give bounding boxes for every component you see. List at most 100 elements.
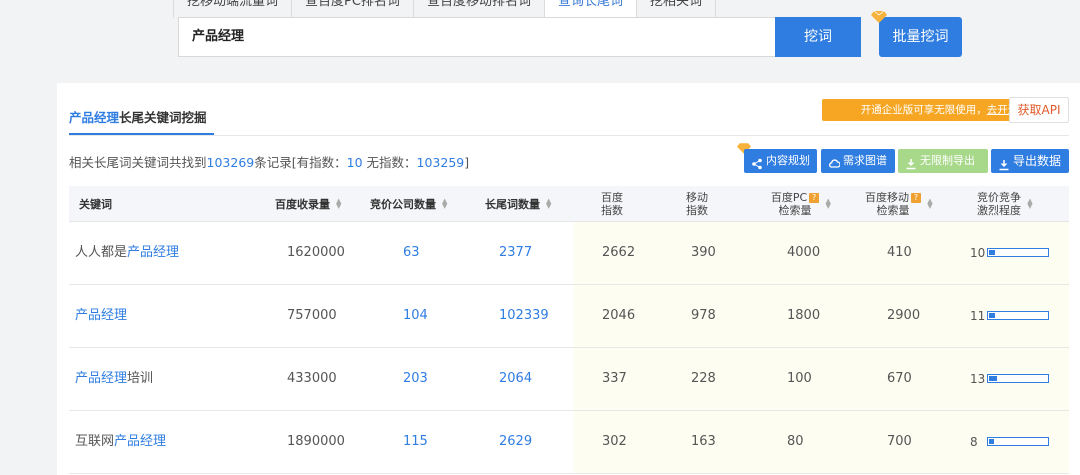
demand-map-button[interactable]: 需求图谱	[821, 149, 895, 173]
download-icon	[905, 155, 917, 170]
export-data-button[interactable]: 导出数据	[991, 149, 1069, 173]
bid-companies-link[interactable]: 203	[403, 348, 428, 410]
keyword-cell[interactable]: 产品经理	[75, 285, 127, 347]
panel-title-keyword: 产品经理	[69, 110, 120, 125]
tab-baidu-mobile-rank[interactable]: 查百度移动排名词	[412, 0, 545, 18]
tab-mobile-traffic[interactable]: 挖移动端流量词	[173, 0, 293, 18]
header-mobile-search-line1: 百度移动	[865, 191, 909, 204]
tab-baidu-pc-rank[interactable]: 查百度PC排名词	[291, 0, 414, 18]
help-icon[interactable]: ?	[809, 193, 820, 203]
header-pc-search[interactable]: 百度PC? 检索量 ▲ ▼	[765, 186, 837, 222]
baidu-included-cell: 1890000	[287, 434, 345, 449]
keyword-cell[interactable]: 人人都是产品经理	[75, 222, 179, 284]
panel-title: 产品经理长尾关键词挖掘	[69, 107, 207, 126]
summary-with-index: 10	[346, 155, 363, 170]
keyword-highlight: 产品经理	[114, 434, 167, 449]
competition-bar-fill	[989, 250, 995, 255]
baidu-included-cell: 1620000	[287, 245, 345, 260]
baidu-included-cell: 757000	[287, 308, 337, 323]
competition-bar	[987, 248, 1049, 257]
header-baidu-included-label: 百度收录量	[275, 198, 330, 211]
mobile-search-cell: 410	[887, 245, 912, 260]
header-mobile-search[interactable]: 百度移动? 检索量 ▲ ▼	[861, 186, 937, 222]
header-mobile-index[interactable]: 移动 指数	[682, 186, 712, 222]
get-api-button[interactable]: 获取API	[1009, 97, 1069, 123]
keyword-cell[interactable]: 产品经理培训	[75, 348, 153, 410]
demand-map-label: 需求图谱	[843, 154, 887, 167]
sort-icon: ▲ ▼	[927, 197, 933, 210]
sort-icon: ▲ ▼	[336, 197, 342, 210]
longtail-panel: 产品经理长尾关键词挖掘 开通企业版可享无限使用，去开通 获取API 相关长尾词关…	[57, 83, 1080, 475]
share-icon	[751, 155, 763, 170]
search-input[interactable]: 产品经理	[178, 17, 775, 57]
summary-mid: 条记录[有指数：	[254, 155, 347, 170]
enterprise-text: 开通企业版可享无限使用，	[860, 104, 987, 116]
bid-companies-link[interactable]: 63	[403, 222, 420, 284]
summary-prefix: 相关长尾词关键词共找到	[69, 155, 207, 170]
keyword-prefix: 互联网	[75, 434, 115, 449]
keyword-prefix: 人人都是	[75, 245, 128, 260]
bid-companies-link[interactable]: 104	[403, 285, 428, 347]
table-row: 人人都是产品经理 1620000 63 2377 2662 390 4000 410 10	[69, 222, 1069, 285]
sort-icon: ▲ ▼	[1027, 197, 1033, 210]
mobile-search-cell: 2900	[887, 308, 921, 323]
panel-title-rest: 长尾关键词挖掘	[119, 110, 207, 125]
sort-icon: ▲ ▼	[825, 197, 831, 210]
header-baidu-index[interactable]: 百度 指数	[597, 186, 627, 222]
table-row: 互联网产品经理 1890000 115 2629 302 163 80 700 8	[69, 411, 1069, 474]
header-pc-search-label: 百度PC? 检索量	[771, 191, 820, 217]
divider	[69, 135, 1069, 136]
bid-companies-link[interactable]: 115	[403, 411, 428, 473]
result-summary: 相关长尾词关键词共找到103269条记录[有指数：10 无指数：103259]	[69, 152, 469, 171]
header-baidu-index-line2: 指数	[601, 204, 623, 217]
header-baidu-index-line1: 百度	[601, 191, 623, 204]
competition-value: 10	[970, 246, 986, 260]
header-bid-companies-label: 竞价公司数量	[370, 198, 436, 211]
header-mobile-index-label: 移动 指数	[686, 191, 708, 217]
baidu-index-cell: 2662	[602, 245, 636, 260]
header-competition[interactable]: 竞价竞争 激烈程度 ▲ ▼	[967, 186, 1043, 222]
baidu-index-cell: 337	[602, 371, 627, 386]
tab-related[interactable]: 挖相关词	[635, 0, 716, 18]
competition-bar-fill	[989, 376, 997, 381]
competition-bar	[987, 374, 1049, 383]
pc-search-cell: 4000	[787, 245, 821, 260]
baidu-index-cell: 2046	[602, 308, 636, 323]
mobile-search-cell: 700	[887, 434, 912, 449]
header-longtail-count-label: 长尾词数量	[485, 198, 540, 211]
keyword-table: 关键词 百度收录量 ▲ ▼ 竞价公司数量 ▲ ▼ 长尾词数量 ▲ ▼ 百度 指数 移动 指数 百…	[69, 186, 1069, 474]
unlimited-export-button[interactable]: 无限制导出	[898, 149, 988, 173]
table-row: 产品经理 757000 104 102339 2046 978 1800 2900 11	[69, 285, 1069, 348]
summary-without-index: 103259	[416, 155, 465, 170]
summary-total: 103269	[206, 155, 255, 170]
header-competition-label: 竞价竞争 激烈程度	[977, 191, 1021, 217]
dig-button[interactable]: 挖词	[775, 17, 861, 57]
header-baidu-included[interactable]: 百度收录量 ▲ ▼	[275, 186, 342, 222]
header-longtail-count[interactable]: 长尾词数量 ▲ ▼	[485, 186, 552, 222]
keyword-cell[interactable]: 互联网产品经理	[75, 411, 166, 473]
baidu-included-cell: 433000	[287, 371, 337, 386]
help-icon[interactable]: ?	[911, 193, 921, 203]
header-mobile-search-label: 百度移动? 检索量	[865, 191, 921, 217]
header-bid-companies[interactable]: 竞价公司数量 ▲ ▼	[370, 186, 448, 222]
batch-dig-button[interactable]: 批量挖词	[879, 17, 962, 57]
mobile-index-cell: 228	[691, 371, 716, 386]
content-plan-button[interactable]: 内容规划	[744, 149, 817, 173]
content-plan-label: 内容规划	[766, 154, 810, 167]
longtail-count-link[interactable]: 2377	[499, 222, 532, 284]
diamond-icon	[871, 11, 887, 23]
header-competition-line1: 竞价竞争	[977, 191, 1021, 204]
competition-bar	[987, 437, 1049, 446]
longtail-count-link[interactable]: 2629	[499, 411, 532, 473]
sort-icon: ▲ ▼	[442, 197, 448, 210]
header-keyword: 关键词	[79, 186, 112, 222]
summary-suffix: ]	[464, 155, 470, 170]
tab-longtail[interactable]: 查询长尾词	[543, 0, 637, 18]
longtail-count-link[interactable]: 102339	[499, 285, 549, 347]
baidu-index-cell: 302	[602, 434, 627, 449]
header-keyword-label: 关键词	[79, 198, 112, 211]
competition-value: 13	[970, 372, 986, 386]
header-pc-search-line2: 检索量	[778, 204, 812, 217]
mobile-index-cell: 163	[691, 434, 716, 449]
longtail-count-link[interactable]: 2064	[499, 348, 532, 410]
